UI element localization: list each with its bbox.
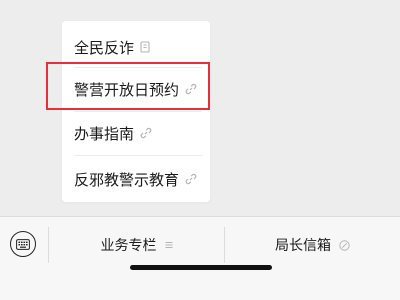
link-icon xyxy=(140,127,152,139)
link-circle-icon xyxy=(339,239,350,251)
bottom-menu-bar: 业务专栏 局长信箱 xyxy=(0,216,400,300)
mini-program-icon xyxy=(140,41,151,53)
link-icon xyxy=(185,83,197,95)
home-indicator[interactable] xyxy=(130,265,272,270)
tab-director-mailbox[interactable]: 局长信箱 xyxy=(225,227,400,263)
menu-item-label: 办事指南 xyxy=(74,124,135,143)
keyboard-icon xyxy=(16,238,30,250)
tab-label: 业务专栏 xyxy=(100,238,157,254)
tab-business-column[interactable]: 业务专栏 xyxy=(49,227,224,263)
menu-item-police-open-day[interactable]: 警营开放日预约 xyxy=(74,69,198,109)
screen: 全民反诈 警营开放日预约 办事指南 反邪教警示教育 业务专栏 局长信箱 xyxy=(0,0,400,300)
menu-item-label: 全民反诈 xyxy=(74,38,135,57)
menu-item-label: 反邪教警示教育 xyxy=(74,170,180,189)
menu-item-label: 警营开放日预约 xyxy=(74,80,180,99)
menu-item-anti-fraud[interactable]: 全民反诈 xyxy=(74,27,198,67)
divider xyxy=(74,155,202,156)
divider xyxy=(74,67,202,68)
tab-label: 局长信箱 xyxy=(275,238,331,254)
link-icon xyxy=(185,173,197,185)
submenu-popup: 全民反诈 警营开放日预约 办事指南 反邪教警示教育 xyxy=(62,21,210,202)
divider xyxy=(74,111,202,112)
menu-lines-icon xyxy=(165,241,173,249)
menu-item-service-guide[interactable]: 办事指南 xyxy=(74,113,198,153)
keyboard-toggle-button[interactable] xyxy=(10,231,36,257)
menu-item-anti-cult-education[interactable]: 反邪教警示教育 xyxy=(74,159,198,199)
